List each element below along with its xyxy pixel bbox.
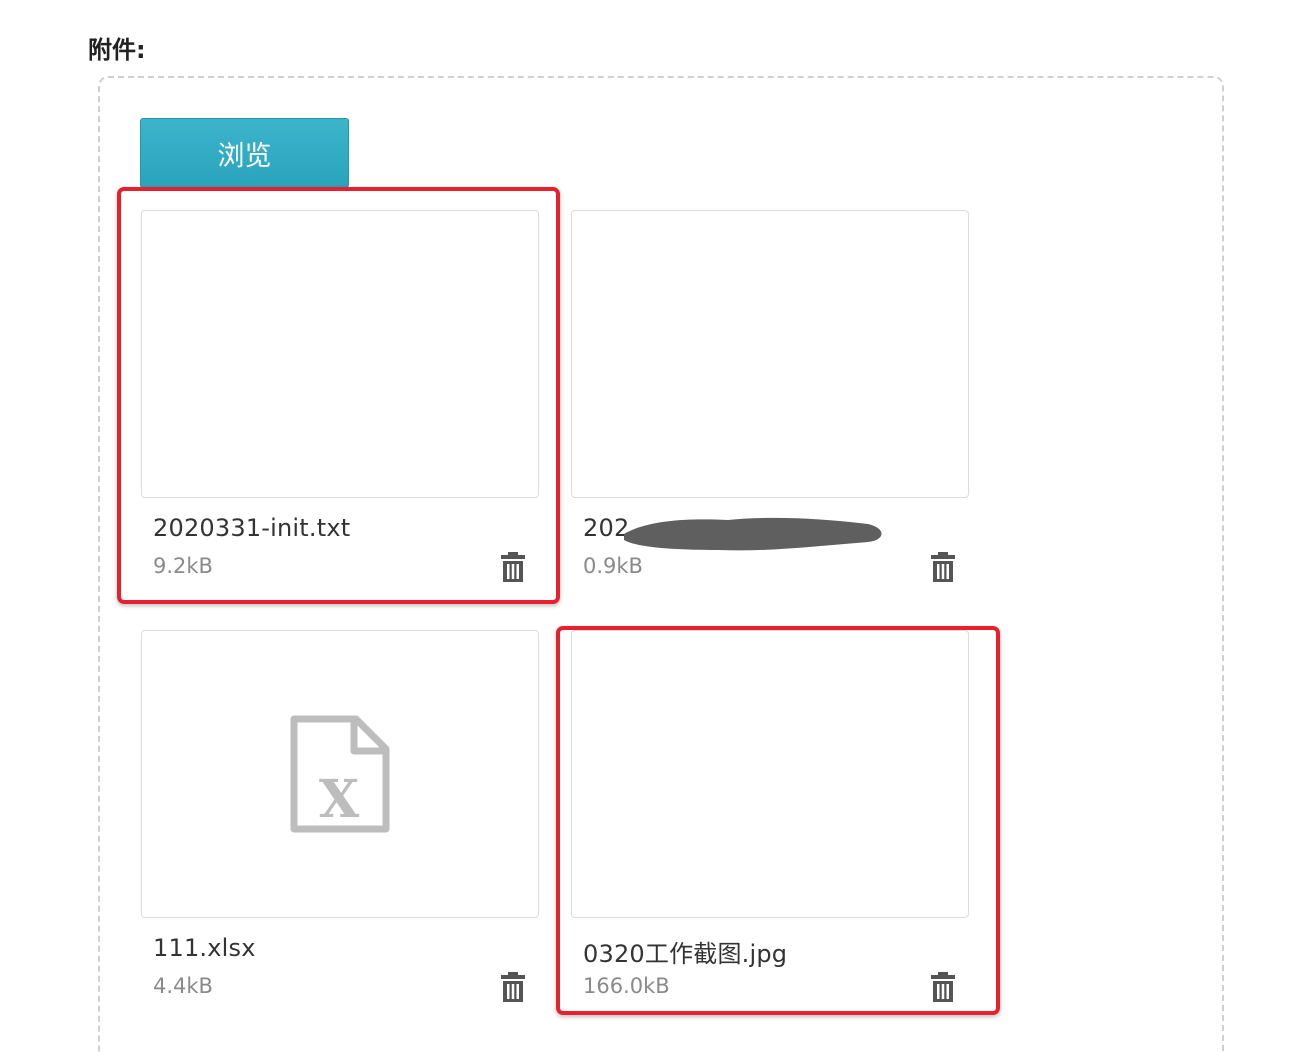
highlight-box [556,626,1000,1015]
attachments-page: 附件: 浏览 2020331-init.txt 9.2kB 202 0.9kB [0,0,1290,1052]
file-size: 4.4kB [153,974,213,998]
browse-button[interactable]: 浏览 [140,118,349,188]
file-size: 0.9kB [583,554,643,578]
trash-icon[interactable] [931,552,955,582]
highlight-box [117,187,560,604]
attachments-label: 附件: [88,36,146,64]
file-preview[interactable] [571,210,969,498]
file-name: 111.xlsx [153,934,256,962]
trash-icon[interactable] [501,972,525,1002]
excel-file-icon: X [290,715,390,833]
redaction-mark [624,517,882,551]
file-card: X 111.xlsx 4.4kB [141,630,541,1020]
file-preview[interactable]: X [141,630,539,918]
svg-text:X: X [319,769,360,830]
